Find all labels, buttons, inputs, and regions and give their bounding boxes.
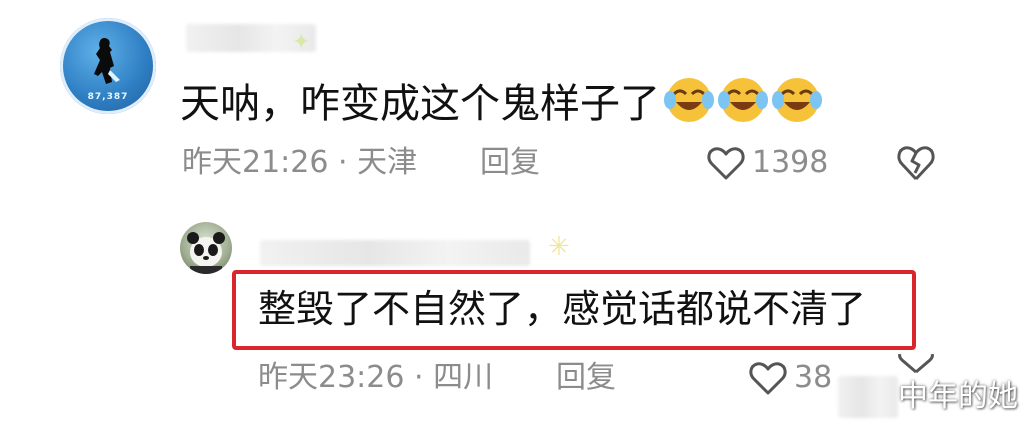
watermark-logo xyxy=(838,376,898,418)
emoji-row xyxy=(662,72,824,126)
like-count: 38 xyxy=(794,360,833,395)
sparkle-icon: ✦ xyxy=(292,30,311,55)
like-heart-icon[interactable] xyxy=(706,143,746,183)
avatar-tag: 87,387 xyxy=(87,92,129,102)
reply-button[interactable]: 回复 xyxy=(480,145,540,181)
crying-laughing-emoji-icon xyxy=(772,78,822,122)
replier-name-blurred[interactable] xyxy=(260,240,530,266)
like-heart-icon[interactable] xyxy=(748,358,788,398)
panda-avatar-icon xyxy=(187,232,225,274)
dislike-broken-heart-icon[interactable] xyxy=(896,141,936,183)
sparkle-icon: ✳ xyxy=(548,232,570,262)
reply-text: 整毁了不自然了，感觉话都说不清了 xyxy=(258,287,867,331)
like-count: 1398 xyxy=(752,145,829,180)
replier-avatar[interactable] xyxy=(180,222,232,274)
avatar-figure-icon xyxy=(94,38,120,84)
comment-time-location: 昨天21:26 · 天津 xyxy=(182,145,418,180)
crying-laughing-emoji-icon xyxy=(718,78,768,122)
reply-button[interactable]: 回复 xyxy=(556,360,616,396)
watermark-text: 中年的她 xyxy=(898,379,1018,414)
comment-text: 天呐，咋变成这个鬼样子了 xyxy=(180,81,660,127)
reply-time-location: 昨天23:26 · 四川 xyxy=(258,360,494,395)
dislike-broken-heart-icon[interactable] xyxy=(896,354,936,374)
commenter-avatar[interactable]: 87,387 xyxy=(60,18,156,114)
crying-laughing-emoji-icon xyxy=(664,78,714,122)
